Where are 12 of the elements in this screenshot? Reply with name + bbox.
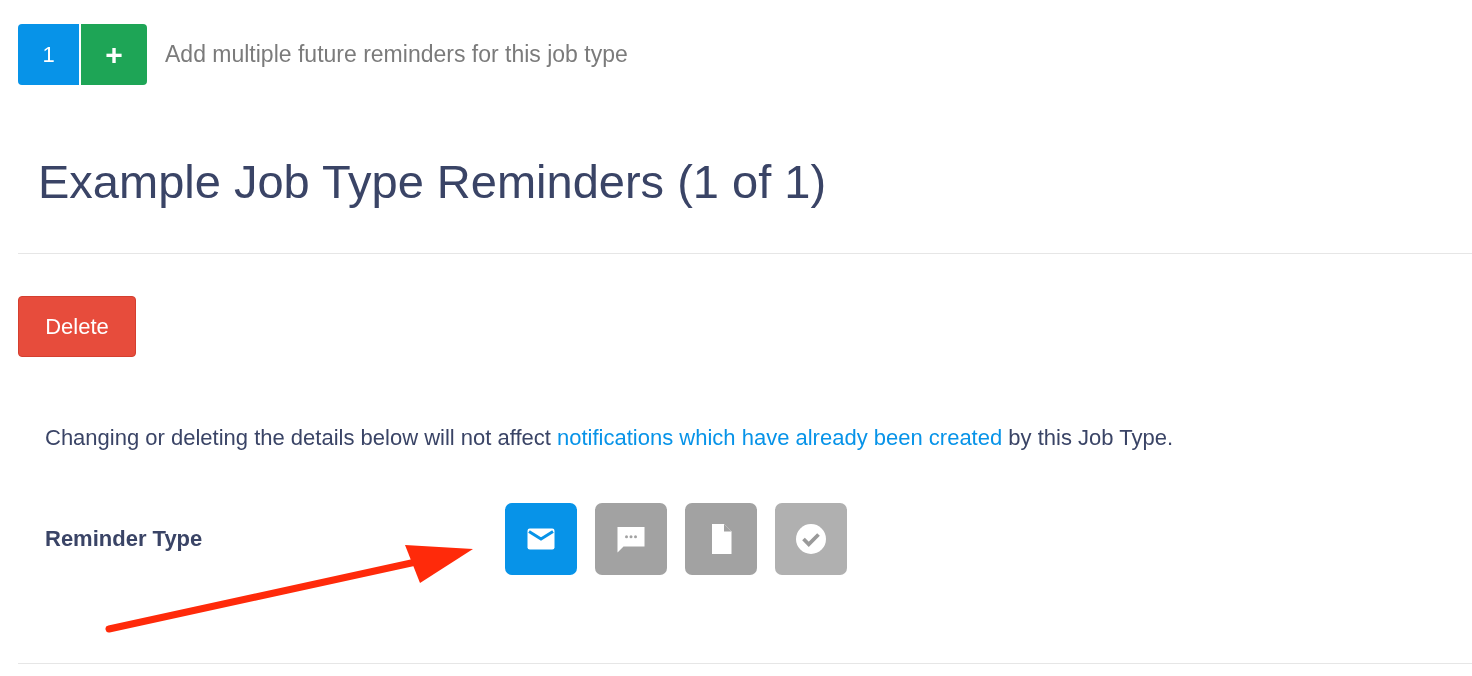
checkmark-icon: [793, 521, 829, 557]
reminder-type-button[interactable]: [595, 503, 667, 575]
add-reminder-button[interactable]: +: [81, 24, 147, 85]
reminder-count-button[interactable]: 1: [18, 24, 79, 85]
reminder-type-label: Reminder Type: [45, 526, 204, 552]
reminder-type-button[interactable]: [505, 503, 577, 575]
notifications-link[interactable]: notifications which have already been created: [557, 425, 1003, 450]
page-title: Example Job Type Reminders (1 of 1): [38, 154, 828, 210]
delete-button[interactable]: Delete: [18, 296, 136, 357]
reminder-type-button[interactable]: [685, 503, 757, 575]
hint-text: Add multiple future reminders for this job type: [165, 41, 628, 68]
notice-text: Changing or deleting the details below will not affect notifications which have already been created by this Job Type.: [45, 425, 1174, 451]
